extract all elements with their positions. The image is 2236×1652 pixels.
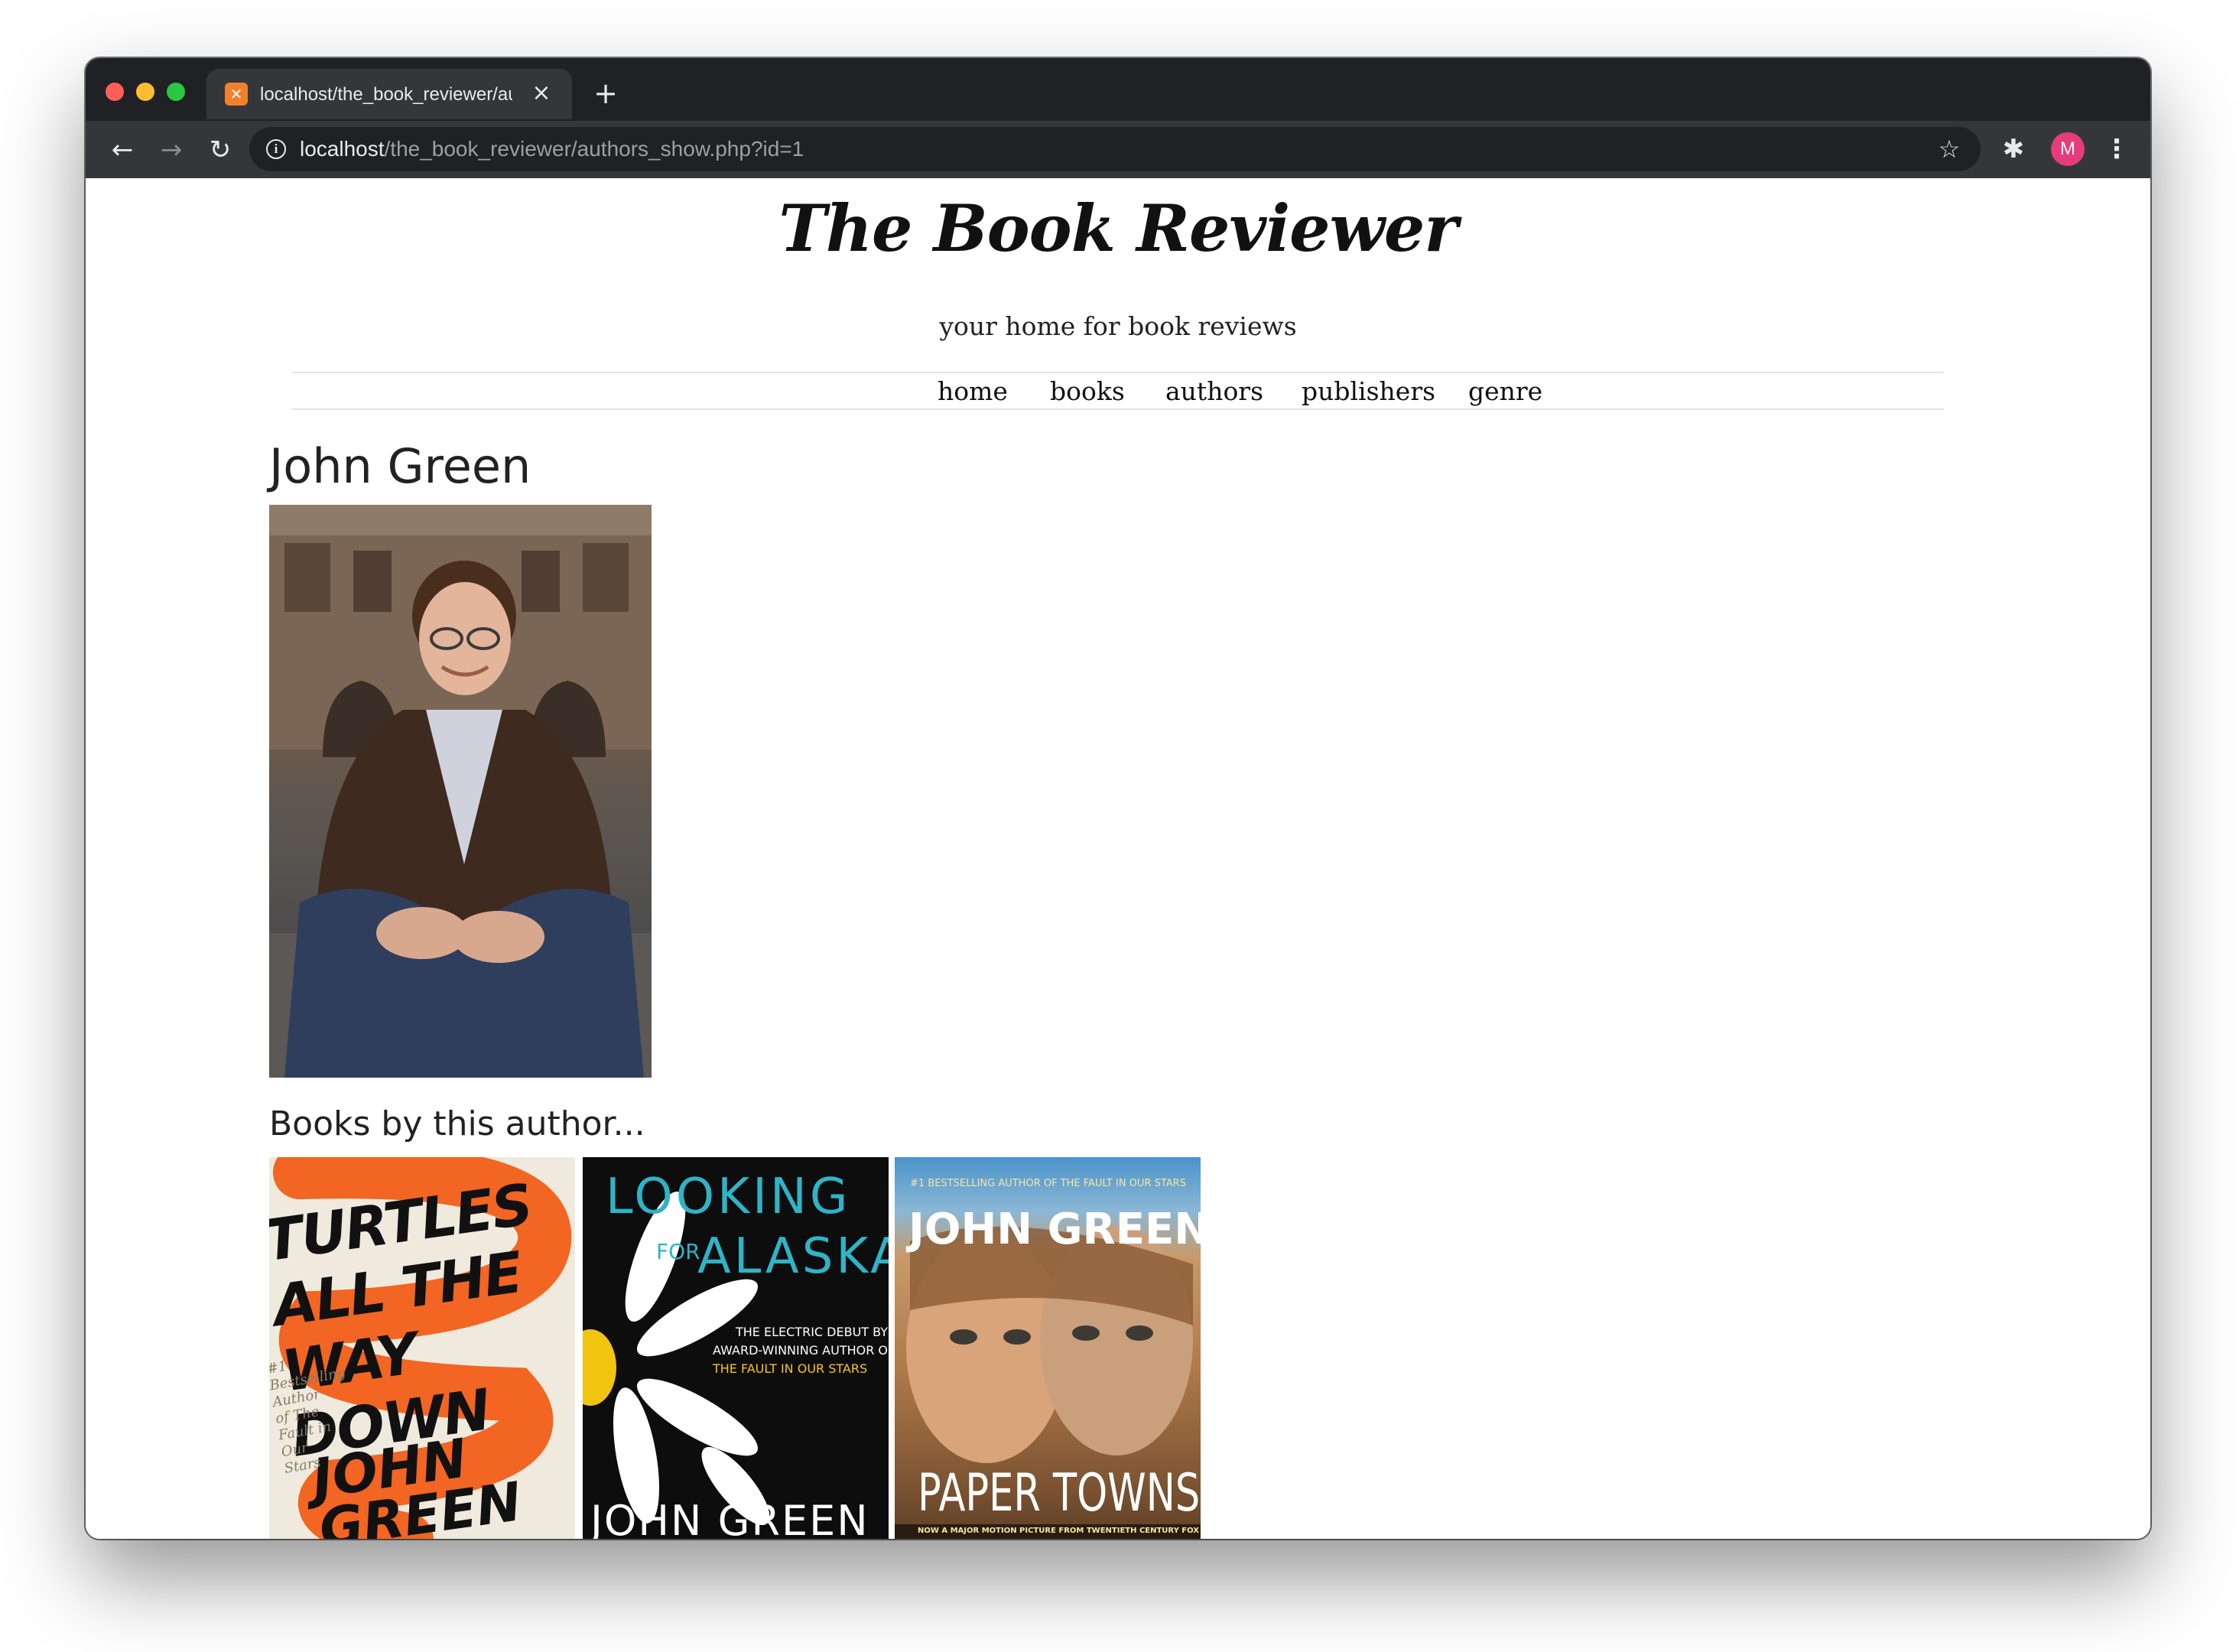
bookmark-star-icon[interactable]: ☆: [1932, 132, 1967, 167]
book2-blurb-line2: AWARD-WINNING AUTHOR OF: [713, 1343, 889, 1358]
browser-tab[interactable]: ✕ localhost/the_book_reviewer/authors_sh…: [206, 69, 572, 119]
site-title[interactable]: The Book Reviewer: [86, 189, 2150, 268]
extensions-puzzle-icon[interactable]: ✱: [1994, 130, 2033, 168]
nav-genre[interactable]: genre: [1468, 375, 1542, 408]
site-info-icon[interactable]: i: [266, 139, 286, 159]
xampp-favicon-icon: ✕: [225, 83, 248, 106]
book-cover-looking-for-alaska[interactable]: LOOKING FOR ALASKA THE ELECTRIC DEBUT BY…: [583, 1157, 889, 1539]
main-nav: home books authors publishers genre: [292, 372, 1944, 410]
new-tab-icon[interactable]: +: [589, 76, 622, 110]
author-portrait-illustration: [269, 505, 652, 1078]
book2-title-line2: FOR: [656, 1239, 700, 1264]
book3-author: JOHN GREEN: [908, 1205, 1201, 1254]
nav-authors[interactable]: authors: [1165, 375, 1263, 408]
site-tagline: your home for book reviews: [939, 311, 1297, 341]
book-cover-turtles-all-the-way-down[interactable]: TURTLES ALL THE WAY DOWN JOHN GREEN #1 B…: [269, 1157, 575, 1539]
close-window-button[interactable]: [106, 83, 124, 101]
page-viewport: The Book Reviewer your home for book rev…: [86, 178, 2150, 1539]
tab-close-icon[interactable]: ×: [528, 80, 555, 107]
nav-home[interactable]: home: [938, 375, 1008, 408]
tab-title: localhost/the_book_reviewer/authors_show…: [260, 84, 512, 105]
maximize-window-button[interactable]: [167, 83, 185, 101]
address-bar[interactable]: i localhost/the_book_reviewer/authors_sh…: [249, 127, 1981, 171]
url-text[interactable]: localhost/the_book_reviewer/authors_show…: [300, 127, 804, 171]
book2-title-line3: ALASKA: [697, 1228, 889, 1285]
forward-arrow-icon[interactable]: →: [150, 128, 193, 171]
nav-publishers[interactable]: publishers: [1302, 375, 1435, 408]
url-host: localhost: [300, 137, 385, 161]
reload-icon[interactable]: ↻: [199, 128, 242, 171]
author-photo: [269, 505, 652, 1078]
book2-author: JOHN GREEN: [590, 1497, 869, 1539]
browser-toolbar: ← → ↻ i localhost/the_book_reviewer/auth…: [86, 121, 2150, 178]
book-cover-paper-towns[interactable]: #1 BESTSELLING AUTHOR OF THE FAULT IN OU…: [895, 1157, 1201, 1539]
book2-blurb-line3: THE FAULT IN OUR STARS: [713, 1361, 868, 1376]
minimize-window-button[interactable]: [136, 83, 154, 101]
book2-title-line1: LOOKING: [606, 1169, 851, 1225]
profile-avatar[interactable]: M: [2051, 132, 2085, 166]
url-path: /the_book_reviewer/authors_show.php?id=1: [384, 137, 804, 161]
back-arrow-icon[interactable]: ←: [101, 128, 144, 171]
browser-window: ✕ localhost/the_book_reviewer/authors_sh…: [86, 58, 2150, 1539]
book2-blurb-line1: THE ELECTRIC DEBUT BY: [736, 1325, 889, 1339]
book3-footer: NOW A MAJOR MOTION PICTURE FROM TWENTIET…: [918, 1527, 1199, 1535]
browser-menu-icon[interactable]: ⋮: [2101, 130, 2132, 168]
author-name: John Green: [269, 438, 531, 494]
book3-title: PAPER TOWNS: [918, 1463, 1201, 1524]
books-heading: Books by this author...: [269, 1104, 645, 1143]
book3-kicker: #1 BESTSELLING AUTHOR OF THE FAULT IN OU…: [910, 1178, 1186, 1189]
nav-books[interactable]: books: [1050, 375, 1125, 408]
